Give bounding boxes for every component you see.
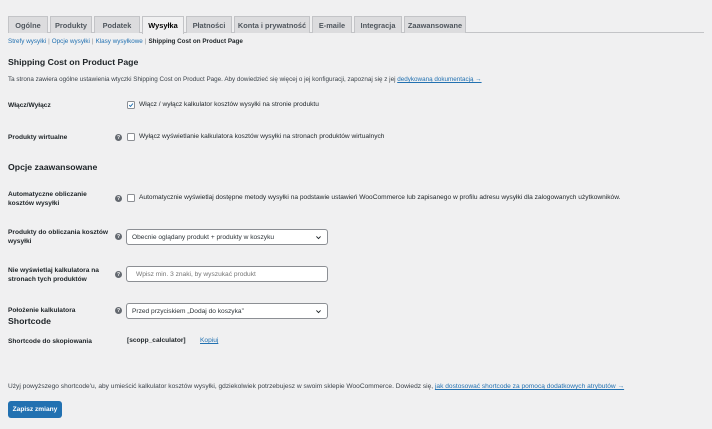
calculator-position-value: Przed przyciskiem „Dodaj do koszyka” [132, 307, 244, 315]
hide-on-products-input[interactable] [126, 266, 328, 282]
help-icon[interactable]: ? [115, 134, 122, 141]
products-for-calc-label: Produkty do obliczania kosztów wysyłki [8, 229, 109, 245]
tab-accounts-privacy[interactable]: Konta i prywatność [234, 16, 310, 33]
help-icon[interactable]: ? [115, 271, 122, 278]
settings-tabs: Ogólne Produkty Podatek Wysyłka Płatnośc… [8, 16, 704, 34]
tab-payments[interactable]: Płatności [186, 16, 232, 33]
help-icon[interactable]: ? [115, 307, 122, 314]
subnav-separator: | [48, 38, 50, 45]
help-icon[interactable]: ? [115, 233, 122, 240]
subnav-separator: | [144, 38, 147, 45]
page-title: Shipping Cost on Product Page [8, 57, 139, 67]
tab-products[interactable]: Produkty [50, 16, 92, 33]
enable-checkbox-text: Włącz / wyłącz kalkulator kosztów wysyłk… [139, 101, 319, 108]
hide-on-products-label: Nie wyświetlaj kalkulatora na stronach t… [8, 267, 99, 283]
shortcode-section-title: Shortcode [8, 316, 51, 326]
products-for-calc-select[interactable]: Obecnie oglądany produkt + produkty w ko… [126, 229, 328, 245]
subnav-shipping-options[interactable]: Opcje wysyłki [52, 38, 90, 45]
advanced-section-title: Opcje zaawansowane [8, 162, 98, 172]
subnav-current: Shipping Cost on Product Page [148, 38, 243, 45]
help-icon[interactable]: ? [115, 195, 122, 202]
calculator-position-label: Położenie kalkulatora [8, 307, 76, 314]
documentation-link[interactable]: dedykowaną dokumentacją → [397, 76, 481, 83]
shortcode-description-text: Użyj powyższego shortcode'u, aby umieści… [8, 383, 435, 390]
shortcode-description: Użyj powyższego shortcode'u, aby umieści… [8, 383, 624, 390]
virtual-products-checkbox[interactable] [127, 133, 135, 141]
subnav-separator: | [91, 38, 94, 45]
save-button[interactable]: Zapisz zmiany [8, 401, 62, 418]
products-for-calc-value: Obecnie oglądany produkt + produkty w ko… [132, 233, 275, 241]
tab-advanced[interactable]: Zaawansowane [404, 16, 466, 33]
copy-shortcode-link[interactable]: Kopiuj [200, 337, 218, 344]
shipping-subnav: Strefy wysyłki | Opcje wysyłki | Klasy wysył… [8, 38, 243, 45]
auto-calc-checkbox[interactable] [127, 194, 135, 202]
tab-integration[interactable]: Integracja [354, 16, 402, 33]
shortcode-label: Shortcode do skopiowania [8, 338, 92, 345]
tab-tax[interactable]: Podatek [94, 16, 140, 33]
chevron-down-icon [316, 236, 321, 240]
auto-calc-checkbox-text: Automatycznie wyświetlaj dostępne metody… [139, 194, 621, 201]
tab-shipping[interactable]: Wysyłka [142, 16, 184, 34]
page-description-text: Ta strona zawiera ogólne ustawienia wtyc… [8, 76, 398, 83]
enable-checkbox[interactable] [127, 101, 135, 109]
auto-calc-label: Automatyczne obliczanie kosztów wysyłki [8, 191, 87, 207]
tab-emails[interactable]: E-maile [312, 16, 352, 33]
virtual-products-label: Produkty wirtualne [8, 134, 68, 141]
enable-label: Włącz/Wyłącz [8, 102, 51, 109]
page-description: Ta strona zawiera ogólne ustawienia wtyc… [8, 76, 482, 83]
shortcode-attributes-link[interactable]: jak dostosować shortcode za pomocą dodat… [435, 383, 624, 390]
checkmark-icon [128, 103, 134, 108]
subnav-shipping-zones[interactable]: Strefy wysyłki [8, 38, 46, 45]
shortcode-value: [scopp_calculator] [127, 337, 186, 344]
tab-general[interactable]: Ogólne [8, 16, 48, 33]
virtual-products-checkbox-text: Wyłącz wyświetlanie kalkulatora kosztów … [139, 133, 385, 140]
chevron-down-icon [316, 310, 321, 314]
subnav-shipping-classes[interactable]: Klasy wysyłkowe [96, 38, 143, 45]
calculator-position-select[interactable]: Przed przyciskiem „Dodaj do koszyka” [126, 303, 328, 319]
settings-page: Ogólne Produkty Podatek Wysyłka Płatnośc… [0, 0, 712, 429]
